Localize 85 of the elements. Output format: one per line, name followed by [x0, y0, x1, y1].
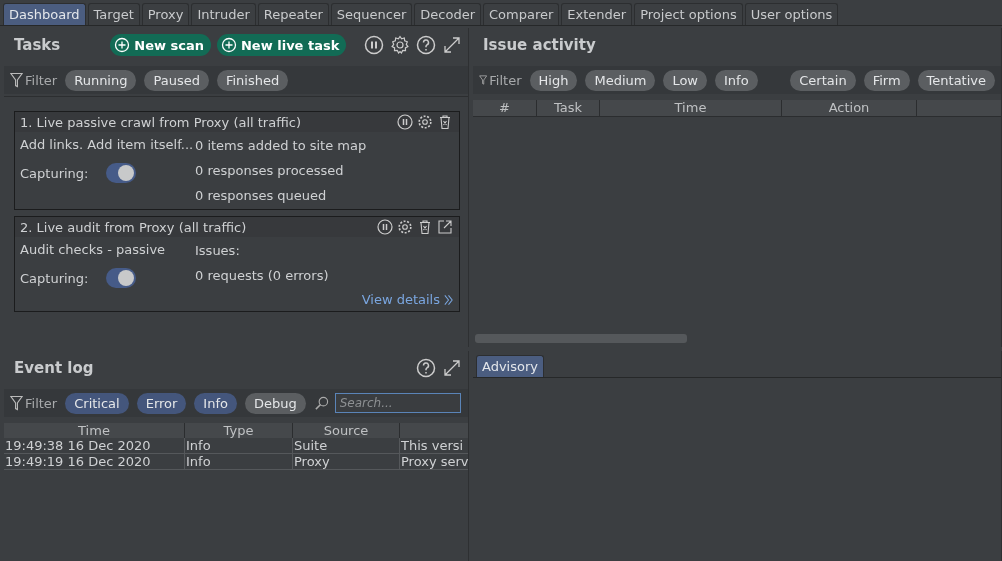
expand-icon[interactable] [442, 35, 462, 55]
task-title: 1. Live passive crawl from Proxy (all traffic) [20, 114, 302, 130]
filter-icon [10, 395, 23, 411]
new-task-button[interactable]: New scan [110, 34, 211, 56]
table-cell: Info [184, 453, 293, 470]
filter-chip[interactable]: Paused [144, 69, 209, 91]
filter-label: Filter [489, 72, 522, 88]
help-icon[interactable] [416, 358, 436, 378]
scrollbar[interactable] [475, 334, 687, 343]
pause-icon[interactable] [364, 35, 384, 55]
column-header[interactable]: Time [600, 100, 782, 116]
filter-chip[interactable]: Critical [65, 392, 129, 414]
filter-chip[interactable]: High [529, 69, 578, 91]
main-tab[interactable]: Proxy [141, 3, 190, 25]
table-cell: Proxy serv [399, 453, 468, 470]
main-tab[interactable]: Sequencer [330, 3, 413, 25]
filter-label: Filter [25, 395, 58, 411]
settings-icon[interactable] [397, 219, 413, 235]
main-tab[interactable]: User options [744, 3, 839, 25]
chevron-icon [443, 293, 454, 306]
task-description: Audit checks - passive [20, 242, 167, 257]
settings-icon[interactable] [417, 114, 433, 130]
task-title: 2. Live audit from Proxy (all traffic) [20, 219, 248, 235]
filter-icon [10, 72, 23, 88]
help-icon[interactable] [416, 35, 436, 55]
filter-label: Filter [25, 72, 58, 88]
filter-chip[interactable]: Finished [216, 69, 289, 91]
panel-title: Issue activity [483, 36, 596, 54]
filter-chip[interactable]: Info [194, 392, 237, 414]
filter-chip[interactable]: Debug [244, 392, 306, 414]
table-cell: Proxy [292, 453, 400, 470]
main-tab[interactable]: Dashboard [3, 3, 86, 25]
filter-chip[interactable]: Error [136, 392, 187, 414]
new-task-button[interactable]: New live task [217, 34, 347, 56]
filter-chip[interactable]: Medium [585, 69, 656, 91]
expand-icon[interactable] [442, 358, 462, 378]
main-tab[interactable]: Intruder [191, 3, 256, 25]
popout-icon[interactable] [437, 219, 453, 235]
filter-chip[interactable]: Certain [790, 69, 856, 91]
filter-chip[interactable]: Low [663, 69, 707, 91]
filter-chip[interactable]: Tentative [917, 69, 995, 91]
panel-title: Event log [14, 359, 94, 377]
column-header[interactable]: Time [4, 423, 185, 438]
plus-icon [114, 37, 131, 53]
column-header[interactable]: Type [184, 423, 293, 438]
filter-chip[interactable]: Running [65, 69, 137, 91]
column-header[interactable]: Action [782, 100, 917, 116]
capturing-toggle[interactable] [106, 268, 137, 288]
main-tab[interactable]: Repeater [257, 3, 329, 25]
task-description: Add links. Add item itself... [20, 137, 195, 152]
task-stat: 0 responses queued [195, 187, 328, 205]
main-tab[interactable]: Target [87, 3, 140, 25]
trash-icon[interactable] [437, 114, 453, 130]
column-header[interactable]: Source [292, 423, 400, 438]
main-tab[interactable]: Comparer [483, 3, 560, 25]
task-stat: Issues: [195, 242, 241, 260]
filter-icon [479, 72, 488, 88]
view-details-link[interactable]: View details [361, 292, 454, 307]
main-tab[interactable]: Decoder [414, 3, 482, 25]
capturing-toggle[interactable] [106, 163, 137, 183]
filter-chip[interactable]: Firm [863, 69, 910, 91]
task-stat: 0 responses processed [195, 162, 345, 180]
search-field[interactable]: Search... [334, 393, 461, 413]
task-stat: 0 requests (0 errors) [195, 267, 330, 285]
pause-icon[interactable] [397, 114, 413, 130]
main-tab[interactable]: Extender [561, 3, 633, 25]
panel-title: Tasks [14, 36, 61, 54]
plus-icon [221, 37, 237, 53]
table-cell: Info [184, 438, 293, 454]
table-cell: 19:49:19 16 Dec 2020 [4, 453, 185, 470]
column-header[interactable]: Task [537, 100, 600, 116]
search-icon [313, 395, 329, 411]
settings-icon[interactable] [390, 35, 410, 55]
trash-icon[interactable] [417, 219, 433, 235]
table-cell: This versi [399, 438, 468, 454]
table-cell: Suite [292, 438, 400, 454]
capturing-label: Capturing: [20, 165, 89, 181]
task-stat: 0 items added to site map [195, 137, 368, 155]
column-header[interactable]: # [473, 100, 537, 116]
table-cell: 19:49:38 16 Dec 2020 [4, 438, 185, 454]
filter-chip[interactable]: Info [715, 69, 758, 91]
pause-icon[interactable] [377, 219, 393, 235]
main-tab[interactable]: Project options [634, 3, 743, 25]
advisory-tab[interactable]: Advisory [476, 355, 544, 377]
capturing-label: Capturing: [20, 270, 89, 286]
